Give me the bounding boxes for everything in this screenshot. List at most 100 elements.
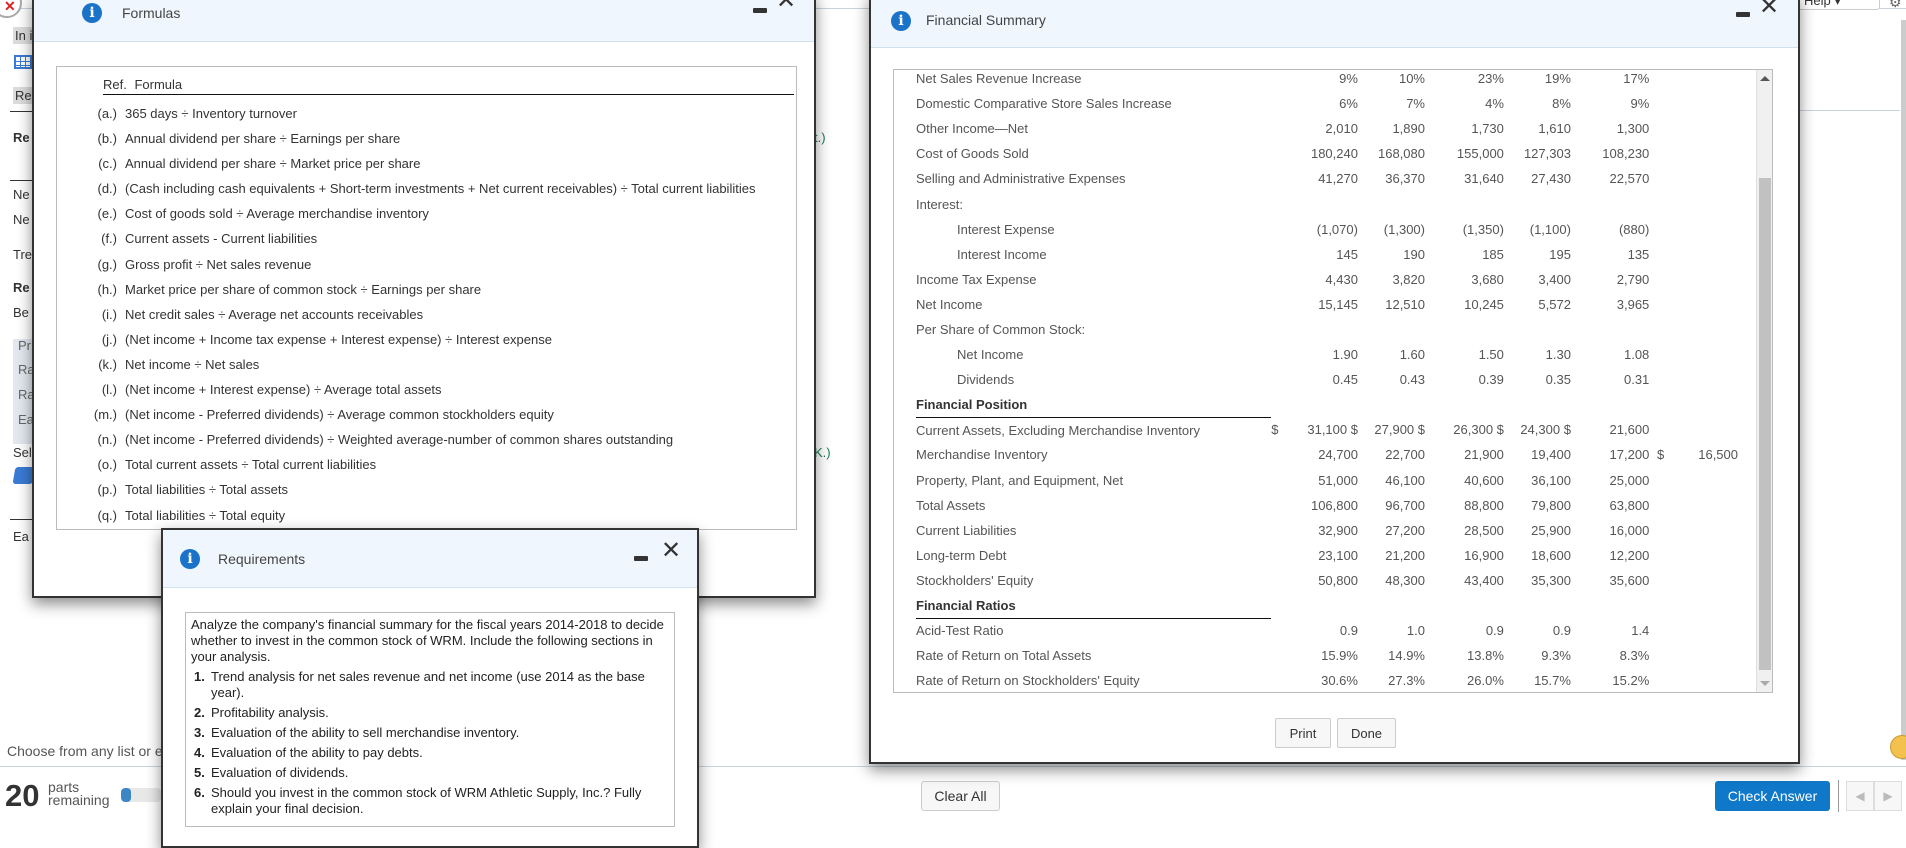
- table-row: Interest:: [916, 191, 1738, 216]
- minimize-icon[interactable]: [1736, 12, 1750, 17]
- formulas-dialog-header[interactable]: i Formulas ✕: [34, 0, 814, 42]
- requirements-content: Analyze the company's financial summary …: [185, 612, 675, 827]
- grid-icon[interactable]: [14, 55, 32, 69]
- row-value: 32,900: [1318, 522, 1358, 538]
- row-value: 43,400: [1464, 572, 1504, 588]
- scroll-up-icon[interactable]: [1760, 76, 1770, 81]
- minimize-icon[interactable]: [753, 8, 767, 13]
- row-value: 190: [1403, 246, 1425, 262]
- formula-text: Net credit sales ÷ Average net accounts …: [125, 306, 424, 322]
- row-value: 1.50: [1478, 347, 1504, 363]
- financial-summary-dialog: i Financial Summary ✕ Net Sales Revenue …: [869, 0, 1800, 764]
- row-value: (1,070): [1316, 221, 1358, 237]
- scrollbar-thumb[interactable]: [1759, 178, 1771, 670]
- row-value: 16,000: [1609, 522, 1650, 538]
- close-icon[interactable]: ✕: [776, 0, 796, 12]
- close-icon[interactable]: ✕: [1759, 0, 1779, 18]
- row-value: 180,240: [1310, 146, 1358, 162]
- incorrect-status-icon: ✕: [0, 0, 22, 18]
- row-value: [1571, 191, 1649, 216]
- formula-table: Ref. Formula (a.) 365 days ÷ Inventory tu…: [56, 66, 797, 530]
- formula-text: Current assets - Current liabilities: [125, 231, 318, 247]
- row-value: 1,890: [1392, 121, 1425, 137]
- table-row: Acid-Test Ratio 0.9 1.0 0.9 0.9 1.4: [916, 618, 1738, 643]
- row-label: Net Income: [957, 347, 1024, 363]
- check-answer-button[interactable]: Check Answer: [1715, 781, 1830, 811]
- bg-fragment: Tre: [13, 247, 33, 262]
- previous-button[interactable]: ◀: [1846, 781, 1874, 811]
- formula-ref: (l.): [101, 382, 117, 398]
- row-value: 50,800: [1318, 572, 1358, 588]
- close-icon[interactable]: ✕: [661, 538, 681, 562]
- row-value: 79,800: [1531, 497, 1571, 513]
- row-value: 96,700: [1385, 497, 1425, 513]
- formula-text: (Net income - Preferred dividends) ÷ Ave…: [125, 407, 554, 423]
- parts-remaining-count: 20: [5, 778, 40, 813]
- row-label: Rate of Return on Total Assets: [916, 648, 1092, 664]
- row-value: 25,000: [1609, 472, 1650, 488]
- row-value: 1.30: [1545, 347, 1571, 363]
- row-value: 46,100: [1385, 472, 1425, 488]
- table-row: Current Assets, Excluding Merchandise In…: [916, 417, 1738, 442]
- row-value: 2,010: [1325, 121, 1358, 137]
- table-row: Long-term Debt 23,100 21,200 16,900 18,600 12…: [916, 543, 1738, 568]
- row-value: (1,100): [1529, 221, 1571, 237]
- table-scrollbar[interactable]: [1756, 70, 1772, 692]
- page-scrollbar[interactable]: [1901, 20, 1906, 760]
- help-dropdown[interactable]: Help ▾: [1795, 0, 1880, 10]
- financial-summary-dialog-header[interactable]: i Financial Summary ✕: [871, 0, 1798, 48]
- extra-value: [1649, 166, 1738, 191]
- print-button[interactable]: Print: [1275, 718, 1331, 748]
- requirement-text: Should you invest in the common stock of…: [211, 785, 642, 816]
- row-value: 1.90: [1332, 347, 1358, 363]
- done-button[interactable]: Done: [1337, 718, 1396, 748]
- table-row: Dividends 0.45 0.43 0.39 0.35 0.31: [916, 367, 1738, 392]
- table-row: Financial Position: [916, 392, 1738, 418]
- formula-ref: (b.): [97, 131, 118, 147]
- row-value: 41,270: [1318, 171, 1358, 187]
- clear-all-button[interactable]: Clear All: [921, 781, 1000, 811]
- table-row: Net Income 1.90 1.60 1.50 1.30 1.08: [916, 342, 1738, 367]
- formula-row: (j.) (Net income + Income tax expense + I…: [79, 327, 779, 352]
- row-value: [1358, 392, 1425, 417]
- requirements-dialog-header[interactable]: i Requirements ✕: [163, 530, 697, 588]
- row-value: 31,640: [1464, 171, 1504, 187]
- extra-value: [1649, 91, 1738, 116]
- row-label: Stockholders' Equity: [916, 572, 1034, 588]
- bg-fragment: Be: [13, 305, 29, 320]
- formula-ref: (j.): [101, 331, 117, 347]
- row-value: [1425, 317, 1504, 342]
- formula-text: Annual dividend per share ÷ Earnings per…: [125, 131, 401, 147]
- info-icon: i: [82, 3, 102, 23]
- gear-icon[interactable]: ⚙: [1889, 0, 1902, 11]
- row-value: [1425, 593, 1504, 618]
- next-button[interactable]: ▶: [1874, 781, 1902, 811]
- formula-text: Total liabilities ÷ Total equity: [125, 507, 286, 523]
- smiley-icon[interactable]: [1890, 735, 1906, 759]
- formula-row: (g.) Gross profit ÷ Net sales revenue: [79, 252, 779, 277]
- minimize-icon[interactable]: [634, 556, 648, 561]
- row-value: 0.39: [1478, 372, 1504, 388]
- row-value: [1284, 593, 1358, 618]
- formula-row: (c.) Annual dividend per share ÷ Market p…: [79, 151, 779, 176]
- row-label: Total Assets: [916, 497, 986, 513]
- formula-row: (h.) Market price per share of common sto…: [79, 277, 779, 302]
- row-value: 3,820: [1392, 271, 1425, 287]
- formula-ref: (e.): [97, 206, 118, 222]
- table-row: Current Liabilities 32,900 27,200 28,500 25,…: [916, 518, 1738, 543]
- chevron-right-icon: ▶: [1883, 789, 1893, 803]
- extra-value: [1649, 267, 1738, 292]
- row-value: [1358, 191, 1425, 216]
- requirement-item: 6. Should you invest in the common stock …: [191, 785, 669, 817]
- formula-row: (b.) Annual dividend per share ÷ Earnings…: [79, 126, 779, 151]
- row-value: [1504, 191, 1571, 216]
- row-value: 168,080: [1378, 146, 1425, 162]
- scroll-down-icon[interactable]: [1760, 681, 1770, 686]
- requirements-intro: Analyze the company's financial summary …: [191, 617, 664, 664]
- row-value: 155,000: [1456, 146, 1504, 162]
- row-value: 15.9%: [1321, 648, 1358, 664]
- formula-row: (e.) Cost of goods sold ÷ Average merchan…: [79, 201, 779, 226]
- currency-symbol: $: [1271, 422, 1279, 438]
- formula-text: (Net income - Preferred dividends) ÷ Wei…: [125, 432, 674, 448]
- row-value: [1284, 191, 1358, 216]
